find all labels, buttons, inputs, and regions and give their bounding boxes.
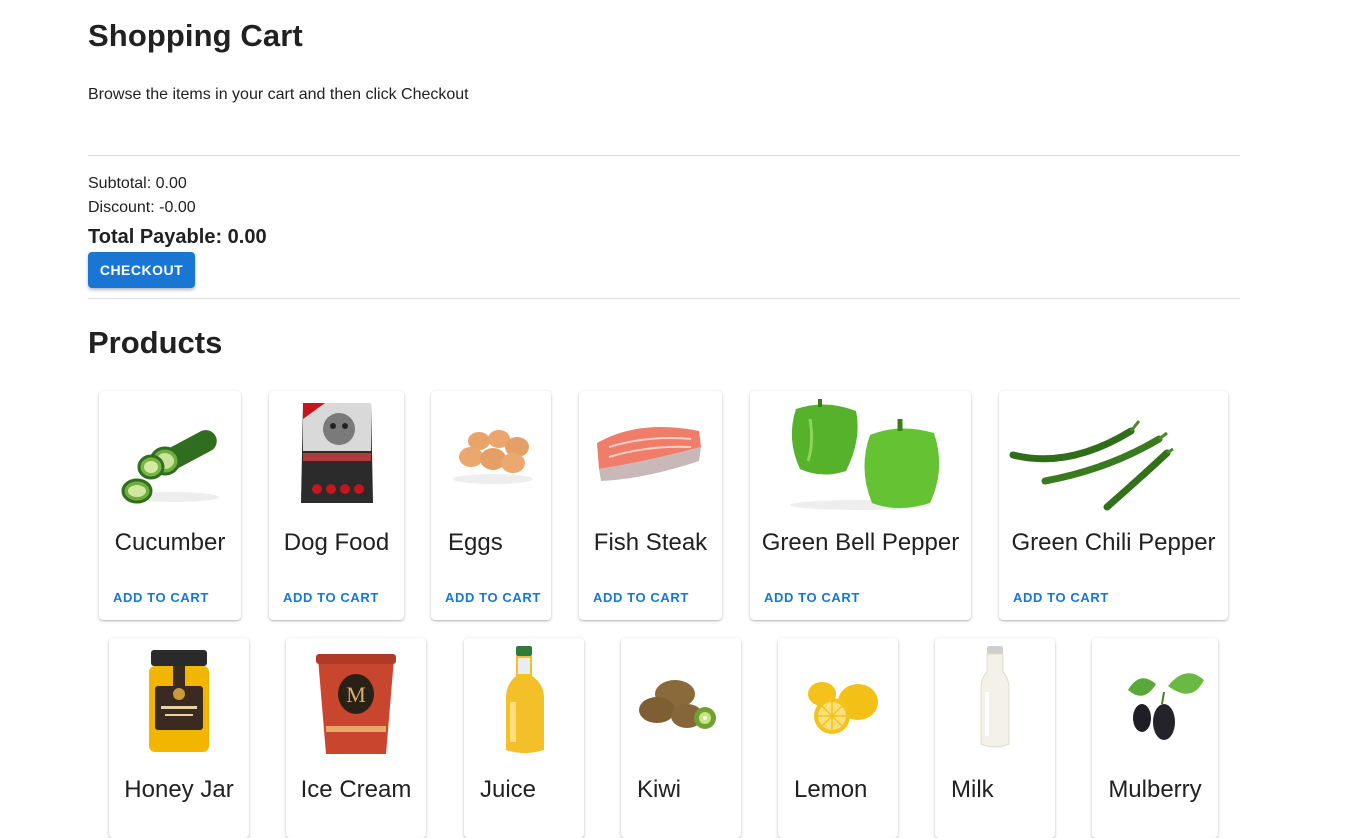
product-name: Green Bell Pepper [761,529,960,556]
add-to-cart-button[interactable]: ADD TO CART [283,590,379,605]
discount-text: Discount: -0.00 [88,199,196,216]
add-to-cart-button[interactable]: ADD TO CART [445,590,541,605]
product-name: Ice Cream [300,776,412,803]
product-card-juice: Juice [464,638,584,838]
product-name: Milk [951,776,994,803]
juice-icon [464,646,584,758]
product-name: Lemon [794,776,868,803]
product-card-green-bell-pepper: Green Bell Pepper ADD TO CART [750,391,971,620]
total-payable: Total Payable: 0.00 [88,226,267,248]
product-card-green-chili-pepper: Green Chili Pepper ADD TO CART [999,391,1228,620]
add-to-cart-button[interactable]: ADD TO CART [764,590,860,605]
products-title: Products [88,325,223,360]
cucumber-icon [99,399,241,511]
svg-text:M: M [346,682,366,707]
product-card-cucumber: Cucumber ADD TO CART [99,391,241,620]
product-name: Fish Steak [593,529,708,556]
product-card-ice-cream: M Ice Cream [286,638,426,838]
honey-jar-icon [109,646,249,758]
product-name: Honey Jar [124,776,234,803]
cart-title: Shopping Cart [88,18,303,53]
add-to-cart-button[interactable]: ADD TO CART [1013,590,1109,605]
product-name: Cucumber [114,529,226,556]
milk-icon [935,646,1055,758]
mulberry-icon [1092,646,1218,758]
product-card-honey-jar: Honey Jar [109,638,249,838]
product-card-dog-food: Dog Food ADD TO CART [269,391,404,620]
product-name: Green Chili Pepper [1011,529,1216,556]
product-name: Mulberry [1108,776,1202,803]
eggs-icon [431,399,551,511]
chili-pepper-icon [999,399,1228,511]
product-card-fish-steak: Fish Steak ADD TO CART [579,391,722,620]
divider [88,155,1240,156]
ice-cream-icon: M [286,646,426,758]
add-to-cart-button[interactable]: ADD TO CART [593,590,689,605]
product-name: Juice [480,776,537,803]
fish-steak-icon [579,399,722,511]
dog-food-icon [269,399,404,511]
product-card-milk: Milk [935,638,1055,838]
cart-subtitle: Browse the items in your cart and then c… [88,86,469,103]
add-to-cart-button[interactable]: ADD TO CART [113,590,209,605]
product-name: Kiwi [637,776,682,803]
divider [88,298,1240,299]
lemon-icon [778,646,898,758]
product-card-eggs: Eggs ADD TO CART [431,391,551,620]
bell-pepper-icon [750,397,971,511]
subtotal-text: Subtotal: 0.00 [88,175,187,192]
product-card-lemon: Lemon [778,638,898,838]
product-card-mulberry: Mulberry [1092,638,1218,838]
checkout-button[interactable]: CHECKOUT [88,252,195,288]
kiwi-icon [621,646,741,758]
product-name: Eggs [448,529,503,556]
product-name: Dog Food [283,529,390,556]
product-card-kiwi: Kiwi [621,638,741,838]
